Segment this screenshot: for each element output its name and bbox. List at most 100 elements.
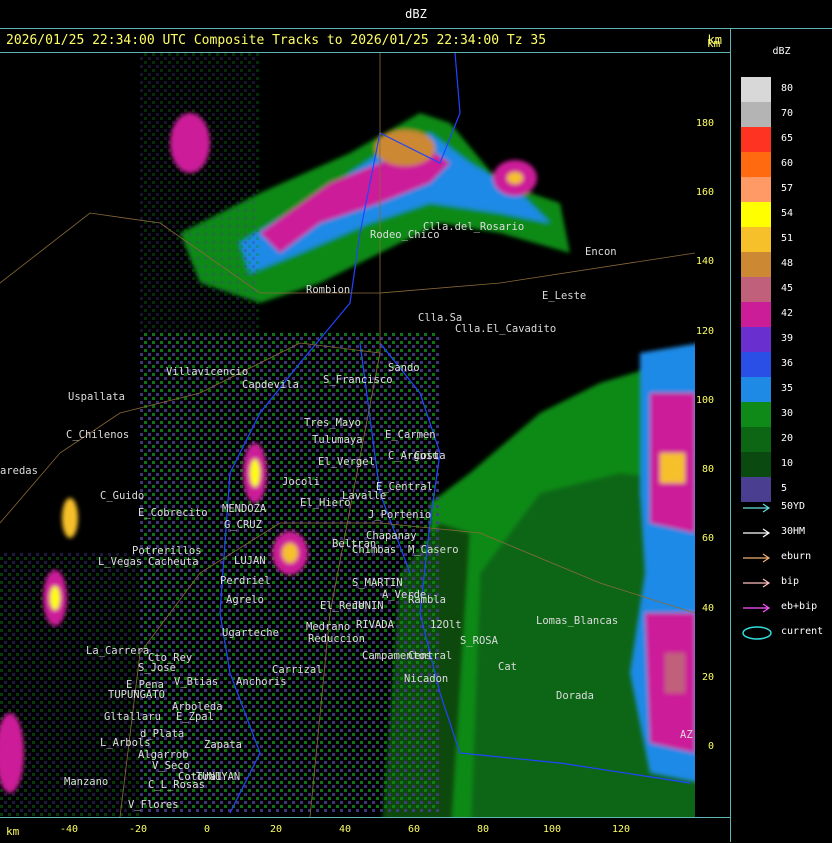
map-title: 2026/01/25 22:34:00 UTC Composite Tracks… [6, 33, 547, 48]
place-label: RIVADA [356, 619, 394, 631]
track-legend-label: current [781, 626, 824, 637]
place-label: Jocoli [282, 476, 320, 488]
place-label: C_Guido [100, 490, 145, 502]
legend-swatch-label: 80 [781, 83, 794, 94]
legend-panel: dBZ 80 70 65 60 57 54 51 48 45 42 39 36 35 30 20 10 5 50… [731, 28, 832, 842]
place-label: Rambla [408, 594, 446, 606]
legend-swatch-label: 35 [781, 383, 794, 394]
x-tick: 40 [338, 824, 352, 835]
x-tick: 80 [476, 824, 490, 835]
legend-swatch-label: 20 [781, 433, 794, 444]
place-label: Gltallaru [104, 711, 161, 723]
place-label: LUJAN [234, 555, 266, 567]
place-label: Agrelo [226, 594, 264, 606]
place-label: C_L_Rosas [148, 779, 205, 791]
legend-swatch: 48 [741, 252, 793, 277]
legend-swatch: 42 [741, 302, 793, 327]
y-tick: 40 [701, 602, 714, 614]
place-label: Anchoris [236, 676, 287, 688]
place-label: Reduccion [308, 633, 365, 645]
legend-swatch: 80 [741, 77, 793, 102]
place-label: Manzano [64, 776, 109, 788]
legend-swatch: 35 [741, 377, 793, 402]
top-bar: dBZ [0, 0, 832, 29]
place-label: Costa [414, 450, 446, 462]
place-label: Lomas_Blancas [536, 615, 619, 627]
legend-swatch-label: 5 [781, 483, 788, 494]
legend-swatch-label: 70 [781, 108, 794, 119]
place-label: Tres_Mayo [304, 417, 361, 429]
place-label: Capdevila [242, 379, 299, 391]
legend-swatch-label: 36 [781, 358, 794, 369]
x-tick: -40 [59, 824, 79, 835]
x-axis-unit: km [6, 825, 20, 838]
place-label: S_MARTIN [352, 577, 403, 589]
place-label: El_Rene [320, 600, 365, 612]
place-label: V_Btias [174, 676, 219, 688]
legend-swatch-label: 30 [781, 408, 794, 419]
legend-swatch-label: 54 [781, 208, 794, 219]
place-label: Zapata [204, 739, 242, 751]
legend-swatch-label: 45 [781, 283, 794, 294]
legend-swatch: 20 [741, 427, 793, 452]
place-label: C_Chilenos [66, 429, 130, 441]
legend-swatch: 51 [741, 227, 793, 252]
place-label: S_Jose [138, 662, 176, 674]
place-label: S_ROSA [460, 635, 498, 647]
x-tick: 120 [611, 824, 631, 835]
place-label: Medrano [306, 621, 351, 633]
place-label: Uspallata [68, 391, 125, 403]
place-label: J_Portenio [368, 509, 432, 521]
place-label: E_Zpal [176, 711, 214, 723]
map-header: 2026/01/25 22:34:00 UTC Composite Tracks… [0, 28, 730, 53]
legend-swatch: 60 [741, 152, 793, 177]
legend-swatch-label: 48 [781, 258, 794, 269]
current-ellipse-icon [742, 626, 772, 640]
place-label: El_Vergel [318, 456, 375, 468]
x-axis: km -40 -20 0 20 40 60 80 100 120 [0, 817, 730, 843]
place-label: Clla.El_Cavadito [455, 323, 557, 335]
legend-swatch-label: 65 [781, 133, 794, 144]
place-label: Cat [498, 661, 517, 673]
y-tick: 80 [701, 464, 714, 476]
x-tick: 100 [542, 824, 562, 835]
place-label: Encon [585, 246, 617, 258]
legend-swatch-label: 51 [781, 233, 794, 244]
y-tick: 140 [695, 256, 714, 268]
legend-swatch-label: 57 [781, 183, 794, 194]
place-label: aredas [0, 465, 38, 477]
place-label: Central [408, 650, 453, 662]
place-label: TUPUNGATO [108, 689, 165, 701]
place-label: Ugarteche [222, 627, 279, 639]
track-arrow-icon [743, 578, 771, 588]
x-tick: 20 [269, 824, 283, 835]
place-label: Cacheuta [148, 556, 199, 568]
y-tick: 20 [701, 671, 714, 683]
place-label: MENDOZA [222, 503, 267, 515]
place-label: V_Flores [128, 799, 179, 811]
legend-swatch: 39 [741, 327, 793, 352]
legend-swatch: 70 [741, 102, 793, 127]
radar-map[interactable]: Clla.del_Rosario Encon Rodeo_Chico Rombion E… [0, 53, 695, 817]
legend-swatch: 36 [741, 352, 793, 377]
x-tick: 60 [407, 824, 421, 835]
track-arrow-icon [743, 503, 771, 513]
legend-swatch: 54 [741, 202, 793, 227]
legend-swatch: 5 [741, 477, 787, 502]
place-label: L_Vegas [98, 556, 143, 568]
y-tick: 120 [695, 325, 714, 337]
place-label: La_Carrera [86, 645, 150, 657]
track-arrow-icon [743, 553, 771, 563]
legend-swatch-label: 60 [781, 158, 794, 169]
place-label: Lavalle [342, 490, 387, 502]
y-tick: 160 [695, 187, 714, 199]
place-label: Perdriel [220, 575, 271, 587]
place-label: Rombion [306, 284, 351, 296]
place-label: S_Francisco [323, 374, 393, 386]
track-legend-label: bip [781, 576, 800, 587]
legend-swatch-label: 39 [781, 333, 794, 344]
legend-swatch: 57 [741, 177, 793, 202]
place-label: Chimbas [352, 544, 397, 556]
legend-swatch-label: 42 [781, 308, 794, 319]
dbz-color-scale: 80 70 65 60 57 54 51 48 45 42 39 36 35 30 20 10 5 [741, 77, 803, 502]
